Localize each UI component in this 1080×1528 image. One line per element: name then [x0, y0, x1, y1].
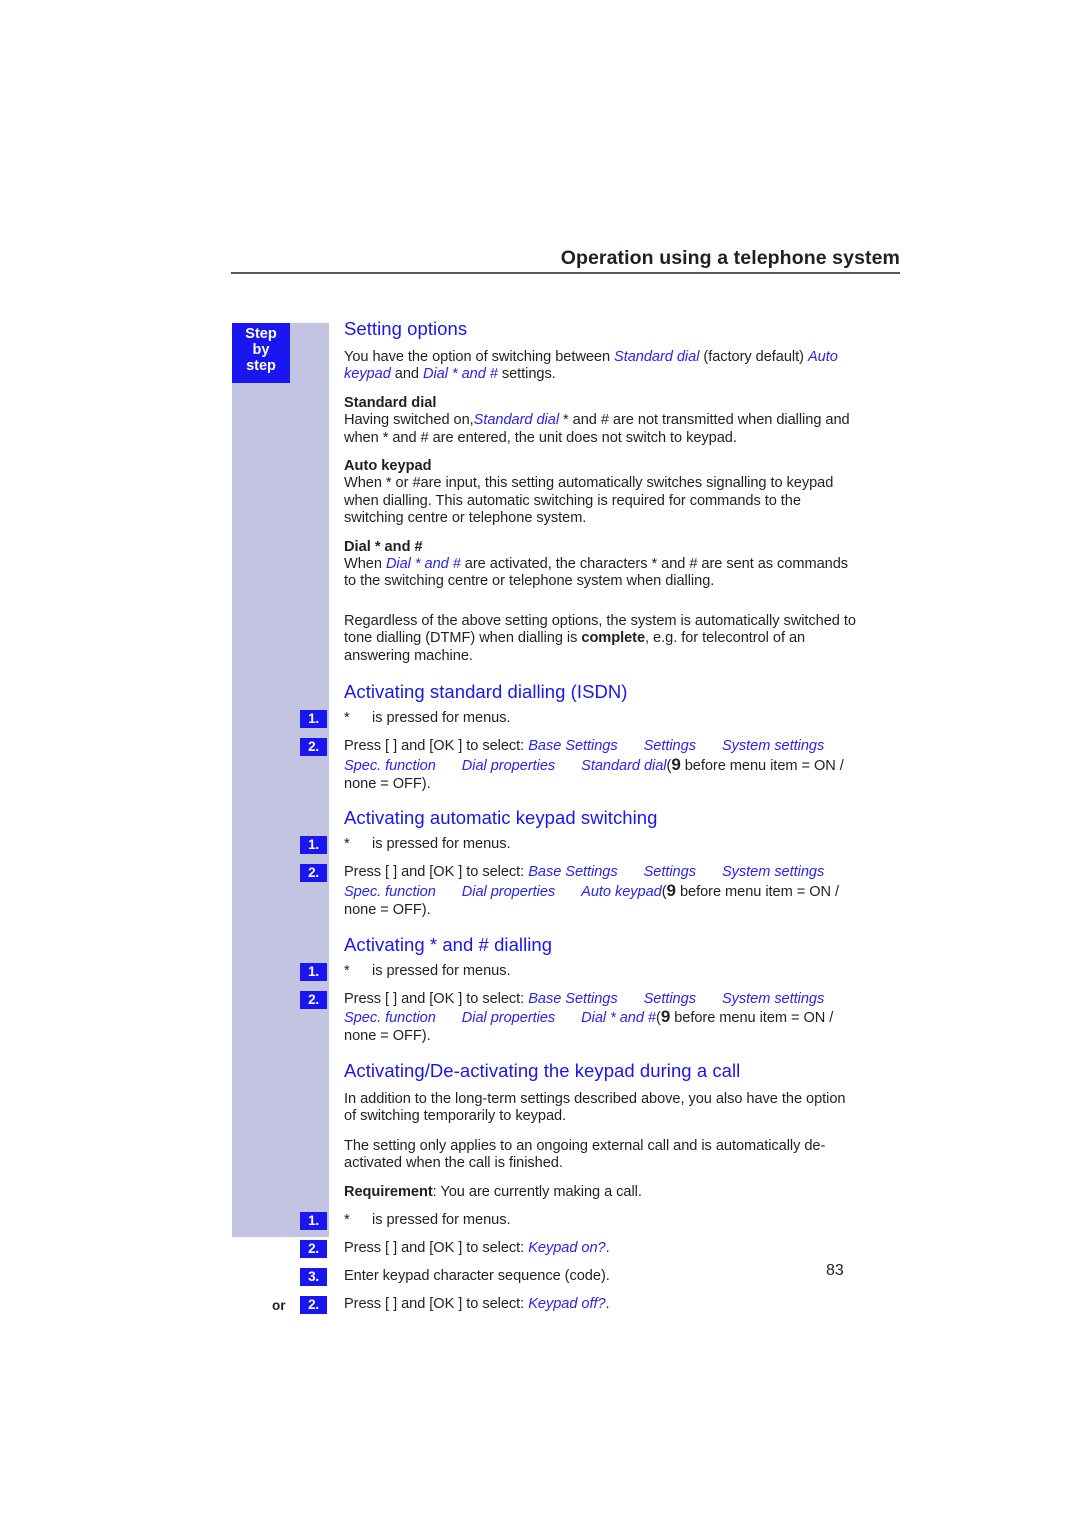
menu-path-item: Spec. function: [344, 757, 436, 774]
section-title-activating-star-hash-dialling: Activating * and # dialling: [344, 933, 553, 955]
star-key-icon: *: [344, 1211, 350, 1228]
step-or-label: or: [272, 1297, 286, 1313]
paragraph-standard-dial: Having switched on,Standard dial * and #…: [344, 412, 850, 446]
menu-path-item: System settings: [721, 864, 825, 881]
term-standard-dial-2: Standard dial: [473, 412, 560, 429]
step-item: 1. * is pressed for menus.: [300, 1211, 856, 1233]
menu-path-item: Base Settings: [528, 738, 618, 755]
menu-path-item: Base Settings: [528, 990, 618, 1007]
subheading-dial-star-hash: Dial * and #: [344, 538, 423, 555]
step-item: 1. * is pressed for menus.: [300, 835, 856, 857]
star-key-icon: *: [344, 836, 350, 853]
menu-path-item: Auto keypad: [581, 883, 662, 900]
step-item: 1. * is pressed for menus.: [300, 709, 856, 731]
menu-path-item: Dial properties: [461, 1009, 556, 1026]
section-title-activating-deactivating-keypad: Activating/De-activating the keypad duri…: [344, 1059, 741, 1081]
step-number: 1.: [300, 836, 327, 855]
menu-path-item: Dial * and #: [581, 1009, 656, 1026]
requirement-label: Requirement: [344, 1184, 433, 1201]
paragraph-dial-star-hash: When Dial * and # are activated, the cha…: [344, 556, 849, 590]
badge-line-3: step: [246, 358, 276, 374]
menu-path-item: Settings: [643, 738, 696, 755]
paragraph-dtmf-note: Regardless of the above setting options,…: [344, 612, 856, 664]
subheading-standard-dial: Standard dial: [344, 394, 437, 411]
step-by-step-sidebar: [232, 323, 329, 1237]
step-number: 2.: [300, 1239, 327, 1258]
step-text: * is pressed for menus.: [344, 1211, 511, 1228]
step-item: or 2. Press [ ] and [OK ] to select: Key…: [272, 1295, 856, 1317]
step-item: 2. Press [ ] and [OK ] to select: Base S…: [300, 990, 856, 1046]
checkmark-glyph: 9: [666, 880, 676, 900]
checkmark-glyph: 9: [660, 1006, 671, 1026]
step-text: * is pressed for menus.: [344, 836, 511, 853]
star-key-icon: *: [344, 962, 350, 979]
header-title: Operation using a telephone system: [560, 247, 900, 269]
step-text: Press [ ] and [OK ] to select: Base Sett…: [344, 864, 840, 919]
step-text: Press [ ] and [OK ] to select: Base Sett…: [344, 738, 844, 792]
step-item: 2. Press [ ] and [OK ] to select: Base S…: [300, 737, 856, 793]
menu-path-item: Base Settings: [528, 864, 618, 881]
step-number: 2.: [300, 864, 327, 883]
menu-path-item: Spec. function: [344, 883, 436, 900]
step-item: 2. Press [ ] and [OK ] to select: Base S…: [300, 863, 856, 919]
section-title-setting-options: Setting options: [344, 318, 468, 339]
step-text: Press [ ] and [OK ] to select: Base Sett…: [344, 990, 834, 1045]
section-title-activating-standard-dialling: Activating standard dialling (ISDN): [344, 681, 628, 703]
step-number: 1.: [300, 962, 327, 981]
menu-path-item: Standard dial: [581, 757, 667, 774]
section-title-activating-automatic-keypad-switching: Activating automatic keypad switching: [344, 807, 658, 829]
setting-options-intro: You have the option of switching between…: [344, 349, 838, 383]
step-number: 2.: [300, 990, 327, 1009]
menu-path-item: Settings: [643, 864, 696, 881]
subheading-auto-keypad: Auto keypad: [344, 458, 432, 475]
step-number: 2.: [300, 738, 327, 757]
header-rule: [231, 272, 900, 274]
step-by-step-badge: Step by step: [232, 323, 290, 383]
menu-path-item: Dial properties: [461, 757, 556, 774]
badge-line-1: Step: [245, 326, 277, 342]
menu-path-item: Keypad on?: [528, 1239, 606, 1256]
paragraph-requirement: Requirement: You are currently making a …: [344, 1184, 642, 1201]
step-text: * is pressed for menus.: [344, 962, 511, 979]
star-key-icon: *: [344, 710, 350, 727]
step-text: Press [ ] and [OK ] to select: Keypad of…: [344, 1295, 610, 1312]
paragraph-auto-keypad: When * or #are input, this setting autom…: [344, 475, 834, 527]
menu-path-item: Dial properties: [461, 883, 556, 900]
step-item: 2. Press [ ] and [OK ] to select: Keypad…: [300, 1239, 856, 1261]
term-standard-dial: Standard dial: [614, 349, 700, 365]
step-number: 2.: [300, 1295, 327, 1314]
badge-line-2: by: [252, 342, 270, 358]
page-header: Operation using a telephone system: [231, 246, 900, 274]
step-item: 3. Enter keypad character sequence (code…: [300, 1267, 856, 1289]
paragraph-temporary-keypad: In addition to the long-term settings de…: [344, 1090, 846, 1125]
document-page: Operation using a telephone system Step …: [0, 0, 1080, 1528]
menu-path-item: Settings: [643, 990, 696, 1007]
step-text: * is pressed for menus.: [344, 710, 511, 727]
step-number: 1.: [300, 710, 327, 729]
step-text: Press [ ] and [OK ] to select: Keypad on…: [344, 1239, 610, 1256]
emphasis-complete: complete: [581, 630, 646, 647]
menu-path-item: System settings: [721, 738, 825, 755]
page-number: 83: [826, 1262, 844, 1279]
menu-path-item: Spec. function: [344, 1009, 436, 1026]
step-number: 3.: [300, 1267, 327, 1286]
content-column: Setting options You have the option of s…: [272, 318, 856, 1317]
paragraph-external-call: The setting only applies to an ongoing e…: [344, 1137, 826, 1171]
term-dial-star-hash-2: Dial * and #: [385, 556, 461, 573]
step-item: 1. * is pressed for menus.: [300, 962, 856, 984]
menu-path-item: System settings: [721, 990, 825, 1007]
step-text: Enter keypad character sequence (code).: [344, 1267, 610, 1284]
checkmark-glyph: 9: [671, 754, 681, 774]
step-number: 1.: [300, 1211, 327, 1230]
menu-path-item: Keypad off?: [528, 1295, 606, 1312]
term-dial-star-hash: Dial * and #: [422, 366, 498, 383]
